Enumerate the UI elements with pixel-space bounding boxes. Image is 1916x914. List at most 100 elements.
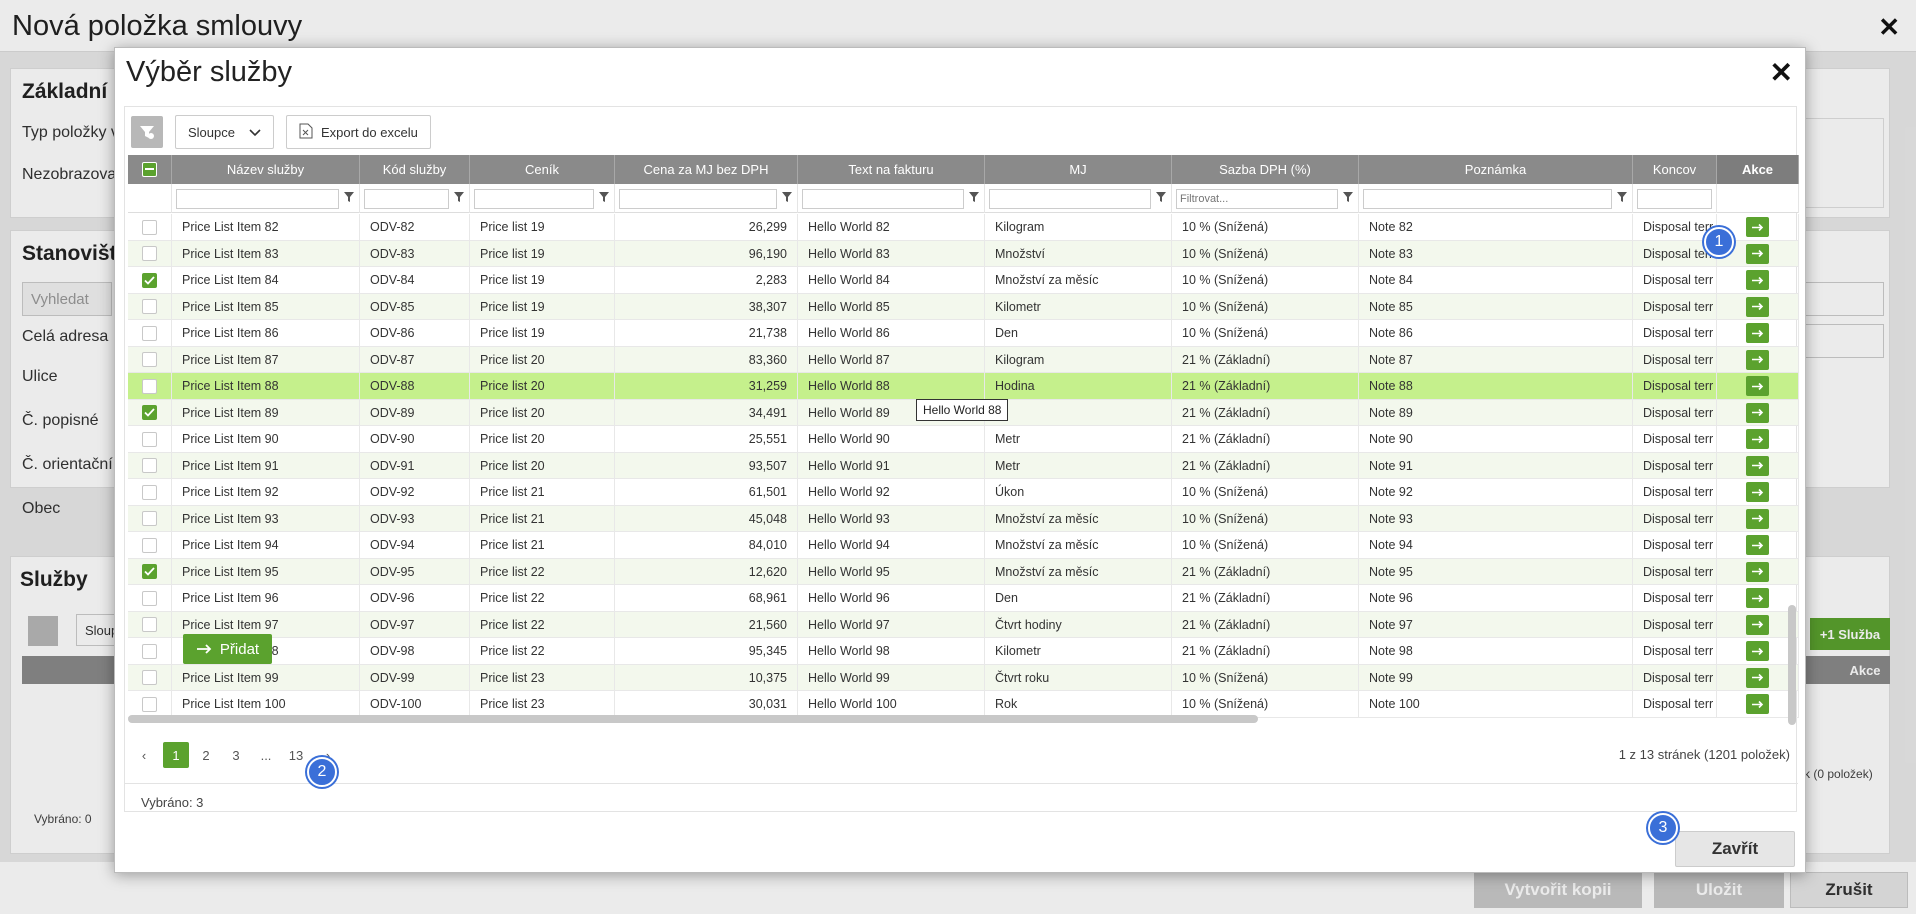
table-row[interactable]: Price List Item 83 ODV-83 Price list 19 96,… bbox=[128, 240, 1799, 267]
row-checkbox[interactable] bbox=[142, 299, 157, 314]
pager-page[interactable]: 1 bbox=[163, 742, 189, 768]
filter-input-koncov[interactable] bbox=[1637, 188, 1712, 209]
column-header-akce[interactable]: Akce bbox=[1717, 155, 1799, 184]
table-row[interactable]: Price List Item 88 ODV-88 Price list 20 31,… bbox=[128, 373, 1799, 400]
row-arrow-right-icon[interactable] bbox=[1746, 243, 1769, 264]
clear-filter-icon[interactable] bbox=[131, 116, 163, 148]
filter-input-text-na-fakturu[interactable] bbox=[802, 188, 964, 209]
row-checkbox[interactable] bbox=[142, 643, 157, 659]
filter-input-sazba-dph[interactable] bbox=[1176, 188, 1338, 209]
filter-icon[interactable] bbox=[598, 190, 610, 208]
column-header-nazev-sluzby[interactable]: Název služby bbox=[172, 155, 360, 184]
row-checkbox[interactable] bbox=[142, 378, 157, 394]
column-header-koncov[interactable]: Koncov bbox=[1633, 155, 1717, 184]
table-row[interactable]: Price List Item 95 ODV-95 Price list 22 12,… bbox=[128, 558, 1799, 585]
row-arrow-right-icon[interactable] bbox=[1746, 217, 1769, 237]
row-arrow-right-icon[interactable] bbox=[1746, 270, 1769, 290]
filter-input-cena-za-mj-bez-dph[interactable] bbox=[619, 188, 777, 209]
pager-page[interactable]: 2 bbox=[193, 742, 219, 768]
table-row[interactable]: Price List Item 99 ODV-99 Price list 23 10,… bbox=[128, 664, 1799, 691]
row-checkbox[interactable] bbox=[142, 219, 157, 235]
column-header-cenik[interactable]: Ceník bbox=[470, 155, 615, 184]
filter-input-mj[interactable] bbox=[989, 188, 1151, 209]
table-row[interactable]: Price List Item 84 ODV-84 Price list 19 2,2… bbox=[128, 267, 1799, 294]
table-row[interactable]: Price List Item 96 ODV-96 Price list 22 68,… bbox=[128, 585, 1799, 612]
row-checkbox[interactable] bbox=[142, 511, 157, 526]
table-row[interactable]: Price List Item 86 ODV-86 Price list 19 21,… bbox=[128, 320, 1799, 347]
cell-unit: Den bbox=[985, 585, 1172, 611]
row-checkbox-cell bbox=[128, 399, 172, 426]
filter-icon[interactable] bbox=[781, 190, 793, 208]
row-checkbox[interactable] bbox=[142, 352, 157, 367]
filter-icon[interactable] bbox=[453, 190, 465, 208]
row-arrow-right-icon[interactable] bbox=[1746, 296, 1769, 317]
filter-icon[interactable] bbox=[968, 190, 980, 208]
filter-icon[interactable] bbox=[343, 190, 355, 208]
row-checkbox[interactable] bbox=[142, 670, 157, 685]
pager-page[interactable]: 13 bbox=[283, 742, 309, 768]
row-arrow-right-icon[interactable] bbox=[1746, 402, 1769, 423]
row-checkbox[interactable] bbox=[142, 696, 157, 712]
filter-input-cenik[interactable] bbox=[474, 188, 594, 209]
pager-prev-icon[interactable]: ‹ bbox=[131, 742, 157, 768]
table-row[interactable]: Price List Item 90 ODV-90 Price list 20 25,… bbox=[128, 426, 1799, 453]
table-row[interactable]: Price List Item 92 ODV-92 Price list 21 61,… bbox=[128, 479, 1799, 506]
row-checkbox[interactable] bbox=[142, 246, 157, 261]
column-header-kod-sluzby[interactable]: Kód služby bbox=[360, 155, 470, 184]
row-checkbox[interactable] bbox=[142, 405, 157, 420]
row-arrow-right-icon[interactable] bbox=[1746, 614, 1769, 635]
row-arrow-right-icon[interactable] bbox=[1746, 482, 1769, 502]
close-button[interactable]: Zavřít bbox=[1675, 831, 1795, 867]
table-row[interactable]: Price List Item 94 ODV-94 Price list 21 84,… bbox=[128, 532, 1799, 559]
row-checkbox[interactable] bbox=[142, 484, 157, 500]
row-arrow-right-icon[interactable] bbox=[1746, 429, 1769, 449]
export-excel-button[interactable]: Export do excelu bbox=[285, 115, 431, 149]
filter-input-nazev-sluzby[interactable] bbox=[176, 188, 339, 209]
row-arrow-right-icon[interactable] bbox=[1746, 641, 1769, 661]
filter-input-kod-sluzby[interactable] bbox=[364, 188, 449, 209]
select-all-checkbox[interactable] bbox=[128, 155, 172, 184]
table-row[interactable]: Price List Item 100 ODV-100 Price list 23 3… bbox=[128, 691, 1799, 718]
table-row[interactable]: Price List Item 98ODV-98Price list 2295,… bbox=[128, 638, 1799, 665]
filter-icon[interactable] bbox=[1155, 190, 1167, 208]
add-button[interactable]: Přidat bbox=[183, 634, 272, 664]
horizontal-scrollbar[interactable] bbox=[128, 715, 1799, 723]
row-checkbox[interactable] bbox=[142, 617, 157, 632]
table-row[interactable]: Price List Item 91 ODV-91 Price list 20 93,… bbox=[128, 452, 1799, 479]
row-arrow-right-icon[interactable] bbox=[1746, 561, 1769, 582]
column-header-cena-za-mj-bez-dph[interactable]: Cena za MJ bez DPH bbox=[615, 155, 798, 184]
column-header-poznamka[interactable]: Poznámka bbox=[1359, 155, 1633, 184]
columns-button[interactable]: Sloupce bbox=[175, 115, 274, 149]
row-checkbox[interactable] bbox=[142, 272, 157, 288]
row-arrow-right-icon[interactable] bbox=[1746, 535, 1769, 555]
row-checkbox[interactable] bbox=[142, 537, 157, 553]
row-checkbox[interactable] bbox=[142, 431, 157, 447]
table-row[interactable]: Price List Item 82 ODV-82 Price list 19 26,… bbox=[128, 214, 1799, 241]
vertical-scrollbar[interactable] bbox=[1788, 227, 1796, 725]
column-header-mj[interactable]: MJ bbox=[985, 155, 1172, 184]
row-arrow-right-icon[interactable] bbox=[1746, 376, 1769, 396]
table-row[interactable]: Price List Item 93 ODV-93 Price list 21 45,… bbox=[128, 505, 1799, 532]
row-arrow-right-icon[interactable] bbox=[1746, 323, 1769, 343]
filter-icon[interactable] bbox=[1342, 190, 1354, 208]
table-row[interactable]: Price List Item 97 ODV-97 Price list 22 21,… bbox=[128, 611, 1799, 638]
filter-input-poznamka[interactable] bbox=[1363, 188, 1612, 209]
row-checkbox[interactable] bbox=[142, 458, 157, 473]
row-arrow-right-icon[interactable] bbox=[1746, 349, 1769, 370]
table-row[interactable]: Price List Item 87 ODV-87 Price list 20 83,… bbox=[128, 346, 1799, 373]
row-arrow-right-icon[interactable] bbox=[1746, 455, 1769, 476]
table-row[interactable]: Price List Item 85 ODV-85 Price list 19 38,… bbox=[128, 293, 1799, 320]
filter-icon[interactable] bbox=[1616, 190, 1628, 208]
pager-page[interactable]: 3 bbox=[223, 742, 249, 768]
row-checkbox[interactable] bbox=[142, 325, 157, 341]
row-arrow-right-icon[interactable] bbox=[1746, 508, 1769, 529]
row-checkbox[interactable] bbox=[142, 564, 157, 579]
row-arrow-right-icon[interactable] bbox=[1746, 667, 1769, 688]
column-header-sazba-dph[interactable]: Sazba DPH (%) bbox=[1172, 155, 1359, 184]
row-arrow-right-icon[interactable] bbox=[1746, 588, 1769, 608]
row-arrow-right-icon[interactable] bbox=[1746, 694, 1769, 714]
cell-end: Disposal terr bbox=[1633, 479, 1717, 505]
column-header-text-na-fakturu[interactable]: Text na fakturu bbox=[798, 155, 985, 184]
modal-close-icon[interactable]: ✕ bbox=[1770, 56, 1793, 89]
row-checkbox[interactable] bbox=[142, 590, 157, 606]
